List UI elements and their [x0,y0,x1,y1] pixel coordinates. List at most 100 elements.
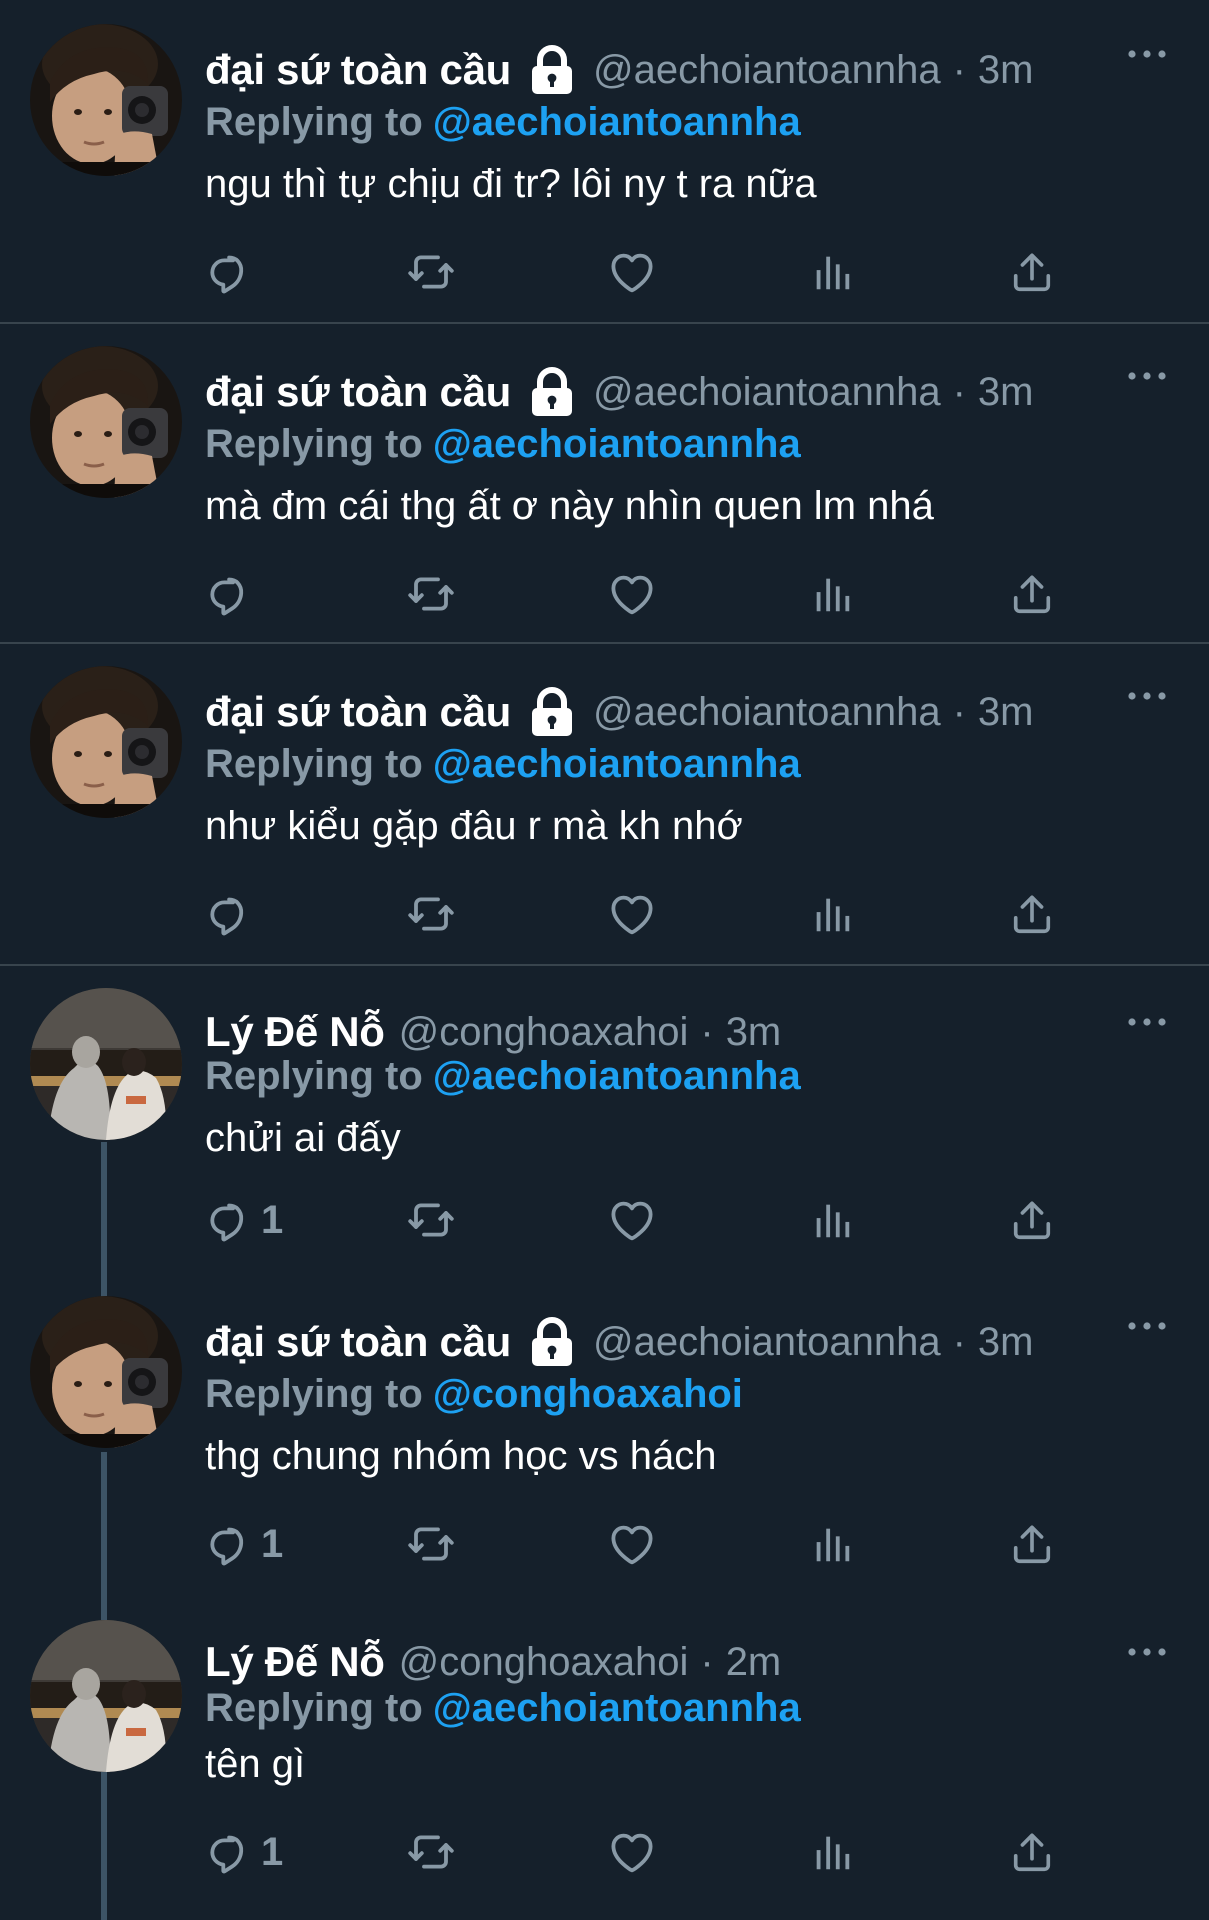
timestamp[interactable]: 3m [978,1320,1034,1365]
tweet-text: tên gì [205,1742,306,1786]
avatar[interactable] [30,24,182,176]
replying-to-link[interactable]: @aechoiantoannha [433,100,801,144]
analytics-button[interactable] [809,244,855,300]
analytics-button[interactable] [809,1824,855,1880]
timestamp[interactable]: 3m [726,1010,782,1055]
display-name[interactable]: đại sứ toàn cầu [205,1318,511,1366]
replying-to-link[interactable]: @conghoaxahoi [433,1372,743,1416]
avatar[interactable] [30,988,182,1140]
thread-line [101,1452,107,1614]
analytics-icon [809,1521,855,1567]
reply-icon [205,1828,253,1876]
tweet[interactable]: Lý Đế Nỗ @conghoaxahoi · 3m Replying to @… [0,964,1209,1290]
replying-to-label: Replying to [205,1686,423,1730]
tweet-header: đại sứ toàn cầu @aechoiantoannha · 3m [205,42,1033,98]
share-icon [1009,1197,1055,1243]
more-horizontal-icon[interactable] [1125,1316,1169,1336]
more-horizontal-icon[interactable] [1125,686,1169,706]
heart-icon [608,248,656,296]
reply-button[interactable] [205,244,261,300]
more-horizontal-icon[interactable] [1125,44,1169,64]
more-horizontal-icon[interactable] [1125,366,1169,386]
display-name[interactable]: Lý Đế Nỗ [205,1638,385,1686]
timestamp[interactable]: 3m [978,48,1034,93]
reply-button[interactable] [205,886,261,942]
tweet[interactable]: đại sứ toàn cầu @aechoiantoannha · 3m Re… [0,322,1209,644]
reply-button[interactable]: 1 [205,1824,283,1880]
lock-icon [525,686,579,738]
share-button[interactable] [1009,244,1055,300]
like-button[interactable] [608,1516,656,1572]
replying-to: Replying to @aechoiantoannha [205,100,801,145]
analytics-icon [809,891,855,937]
share-button[interactable] [1009,1516,1055,1572]
replying-to-label: Replying to [205,422,423,466]
avatar[interactable] [30,666,182,818]
avatar[interactable] [30,1620,182,1772]
share-button[interactable] [1009,1192,1055,1248]
more-horizontal-icon[interactable] [1125,1642,1169,1662]
replying-to-link[interactable]: @aechoiantoannha [433,1054,801,1098]
display-name[interactable]: đại sứ toàn cầu [205,368,511,416]
replying-to: Replying to @aechoiantoannha [205,1054,801,1099]
timestamp[interactable]: 3m [978,370,1034,415]
timestamp[interactable]: 2m [726,1640,782,1685]
lock-icon [525,1316,579,1368]
handle[interactable]: @conghoaxahoi [399,1640,689,1685]
tweet[interactable]: đại sứ toàn cầu @aechoiantoannha · 3m Re… [0,1290,1209,1614]
handle[interactable]: @aechoiantoannha [593,690,941,735]
handle[interactable]: @aechoiantoannha [593,48,941,93]
share-button[interactable] [1009,886,1055,942]
heart-icon [608,1520,656,1568]
avatar[interactable] [30,346,182,498]
lock-icon [525,44,579,96]
analytics-button[interactable] [809,1192,855,1248]
display-name[interactable]: Lý Đế Nỗ [205,1008,385,1056]
handle[interactable]: @aechoiantoannha [593,1320,941,1365]
reply-button[interactable] [205,566,261,622]
display-name[interactable]: đại sứ toàn cầu [205,688,511,736]
handle[interactable]: @conghoaxahoi [399,1010,689,1055]
reply-count: 1 [261,1197,284,1242]
analytics-button[interactable] [809,1516,855,1572]
like-button[interactable] [608,1824,656,1880]
heart-icon [608,570,656,618]
reply-button[interactable]: 1 [205,1516,283,1572]
tweet-text: như kiểu gặp đâu r mà kh nhớ [205,804,743,848]
reply-count: 1 [261,1829,284,1874]
retweet-button[interactable] [405,886,457,942]
tweet[interactable]: đại sứ toàn cầu @aechoiantoannha · 3m Re… [0,642,1209,966]
handle[interactable]: @aechoiantoannha [593,370,941,415]
share-button[interactable] [1009,566,1055,622]
avatar[interactable] [30,1296,182,1448]
tweet[interactable]: Lý Đế Nỗ @conghoaxahoi · 2m Replying to @… [0,1614,1209,1920]
like-button[interactable] [608,244,656,300]
replying-to-label: Replying to [205,1372,423,1416]
more-horizontal-icon[interactable] [1125,1012,1169,1032]
replying-to-link[interactable]: @aechoiantoannha [433,742,801,786]
replying-to-label: Replying to [205,100,423,144]
analytics-button[interactable] [809,566,855,622]
retweet-button[interactable] [405,1824,457,1880]
display-name[interactable]: đại sứ toàn cầu [205,46,511,94]
replying-to-link[interactable]: @aechoiantoannha [433,422,801,466]
retweet-button[interactable] [405,1516,457,1572]
replying-to: Replying to @aechoiantoannha [205,742,801,787]
like-button[interactable] [608,566,656,622]
timestamp[interactable]: 3m [978,690,1034,735]
retweet-button[interactable] [405,566,457,622]
like-button[interactable] [608,1192,656,1248]
like-button[interactable] [608,886,656,942]
retweet-button[interactable] [405,244,457,300]
reply-button[interactable]: 1 [205,1192,283,1248]
share-button[interactable] [1009,1824,1055,1880]
separator-dot: · [952,689,966,734]
retweet-button[interactable] [405,1192,457,1248]
retweet-icon [405,890,457,938]
analytics-icon [809,1829,855,1875]
analytics-button[interactable] [809,886,855,942]
tweet-text: chửi ai đấy [205,1116,401,1160]
tweet[interactable]: đại sứ toàn cầu @aechoiantoannha · 3m Re… [0,0,1209,324]
tweet-actions: 1 [205,1192,1065,1248]
replying-to-link[interactable]: @aechoiantoannha [433,1686,801,1730]
